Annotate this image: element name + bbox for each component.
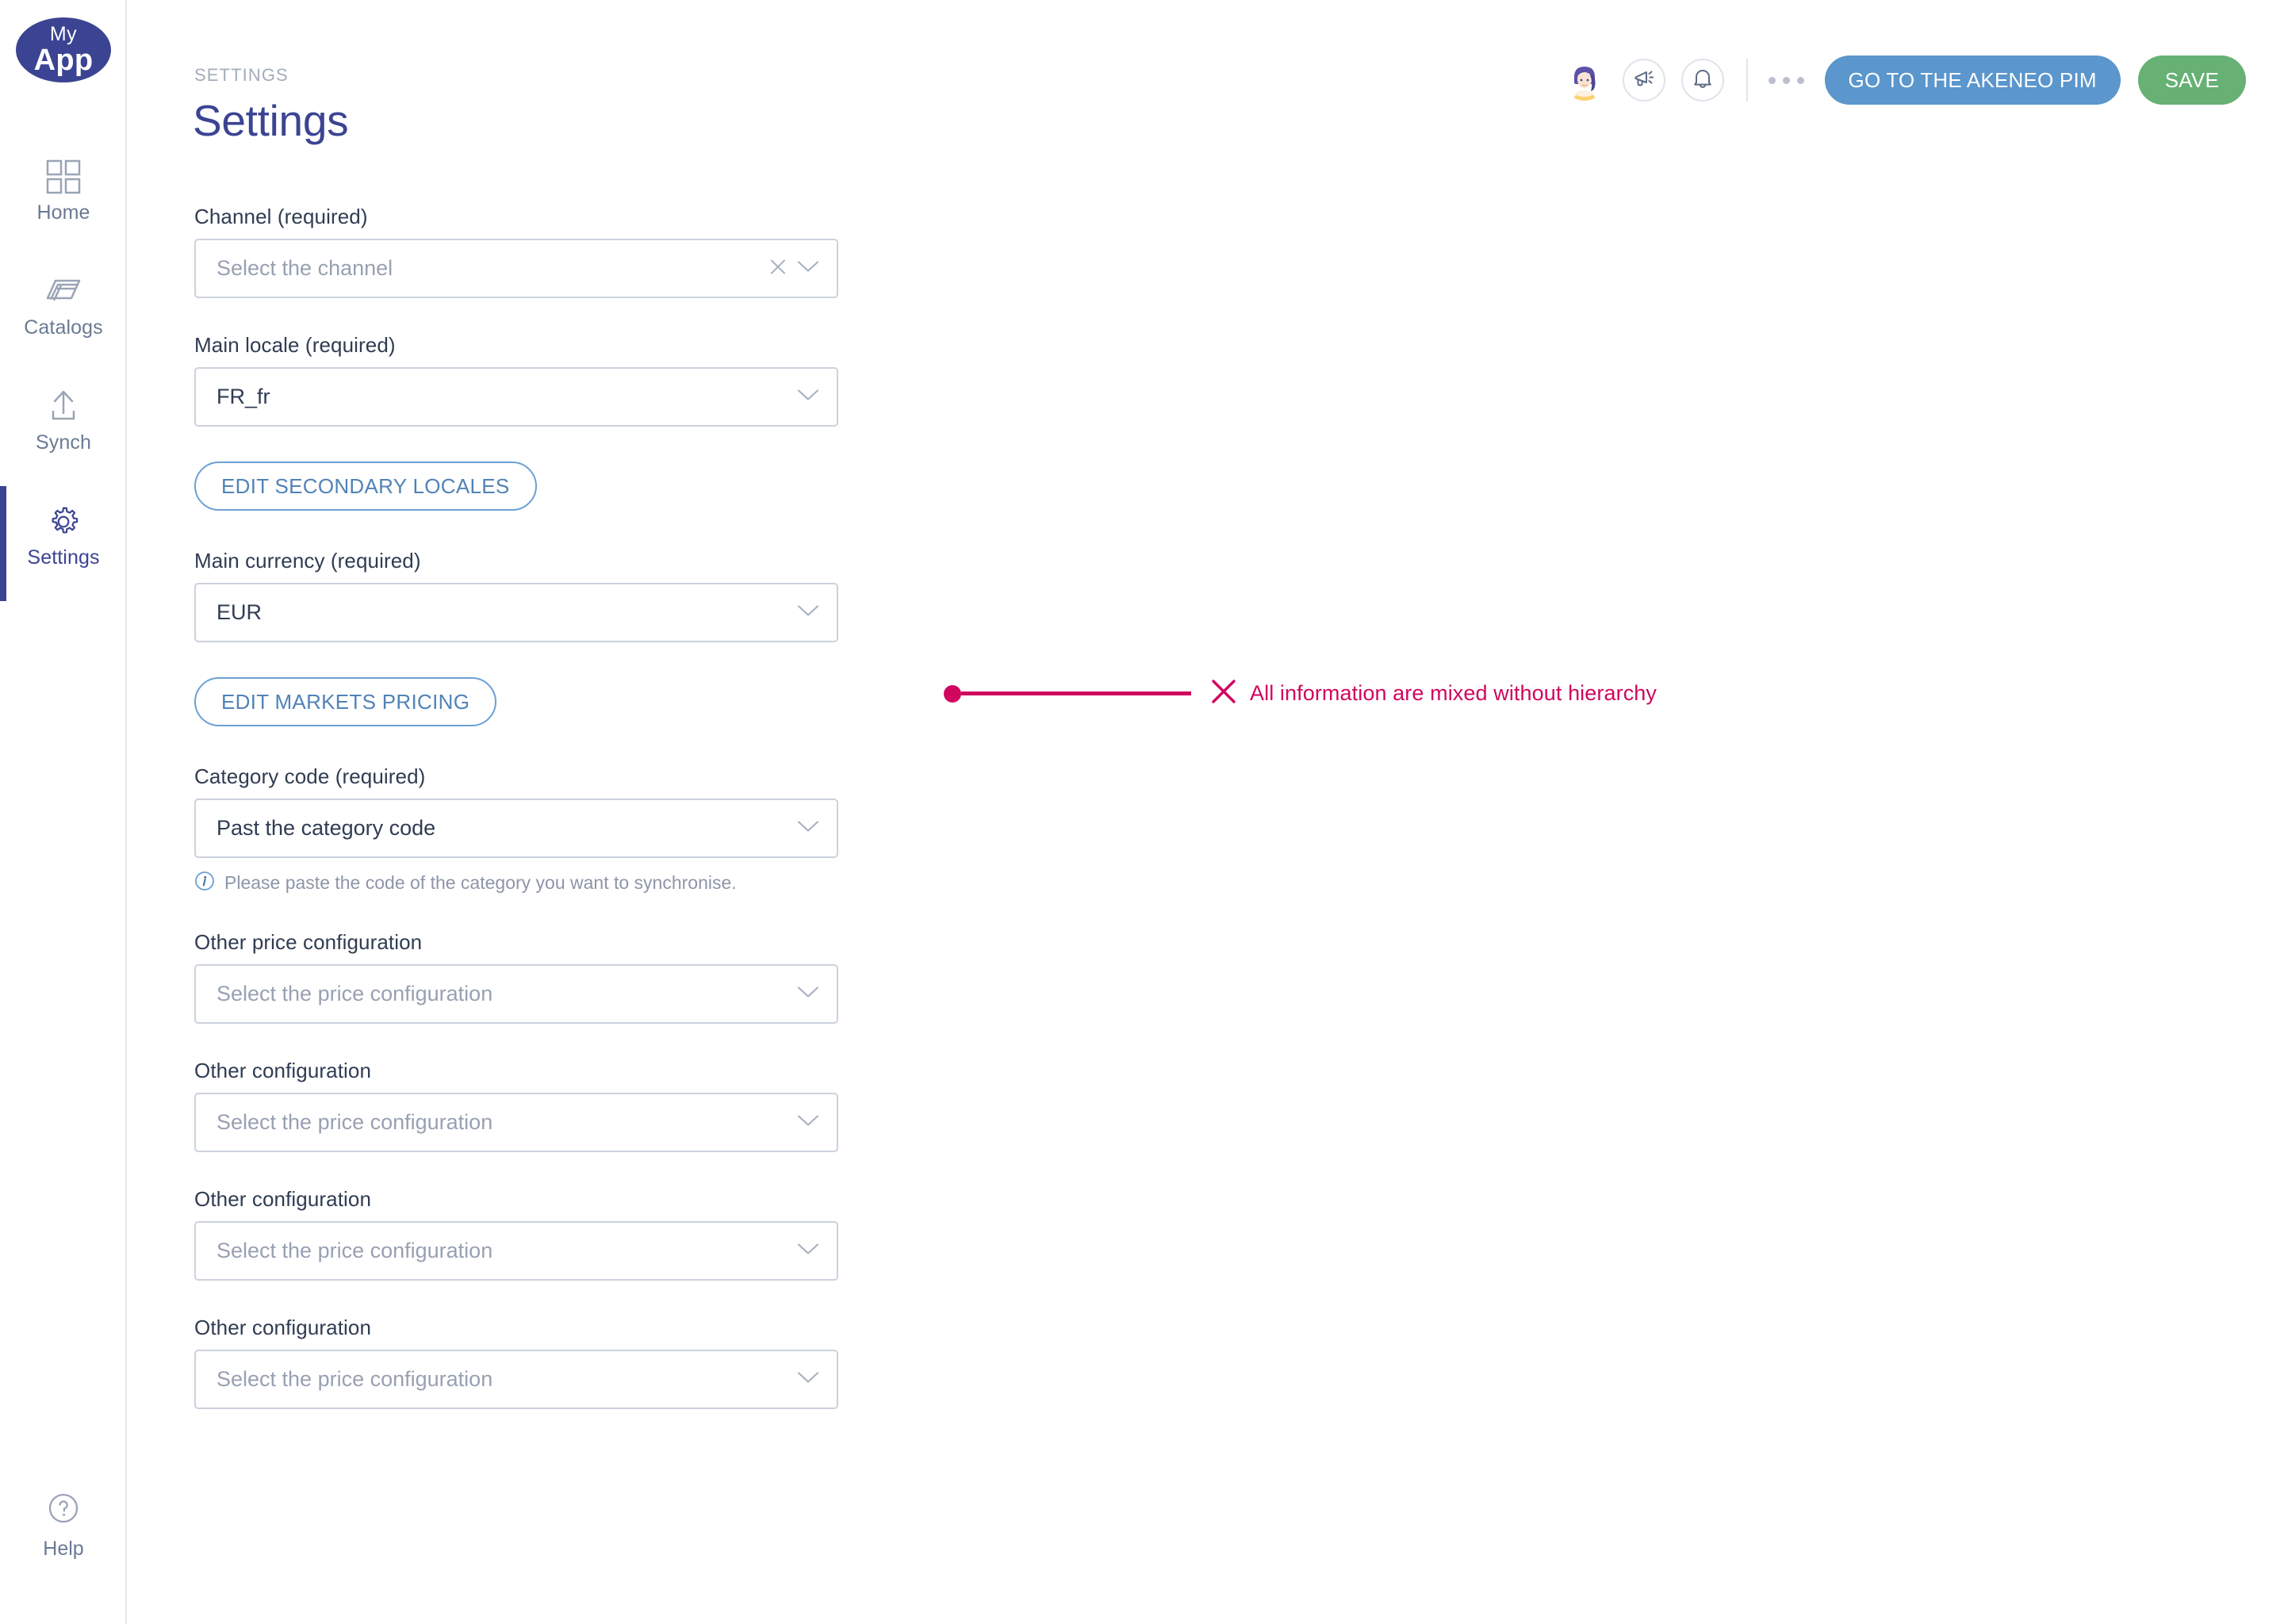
- field-label: Channel (required): [194, 205, 368, 228]
- other-price-configuration-select[interactable]: Select the price configuration: [194, 964, 838, 1024]
- annotation-anchor-dot: [944, 684, 961, 703]
- chevron-down-icon[interactable]: [797, 985, 819, 1003]
- chevron-down-icon[interactable]: [797, 388, 819, 406]
- select-value: Select the price configuration: [217, 1239, 493, 1262]
- books-icon: [44, 267, 82, 316]
- field-label: Other price configuration: [194, 930, 423, 954]
- megaphone-button[interactable]: [1622, 59, 1665, 102]
- field-label: Other configuration: [194, 1059, 372, 1082]
- app-root: My App Home Catalogs Synch Settings Help…: [0, 0, 2284, 1624]
- sidebar-item-synch[interactable]: Synch: [0, 371, 127, 486]
- save-button[interactable]: SAVE: [2137, 56, 2246, 105]
- notifications-button[interactable]: [1680, 59, 1724, 102]
- question-circle-icon: [46, 1491, 81, 1530]
- sidebar: My App Home Catalogs Synch Settings Help: [0, 0, 127, 1624]
- sidebar-item-settings[interactable]: Settings: [0, 486, 127, 601]
- chevron-down-icon[interactable]: [797, 1370, 819, 1388]
- app-logo[interactable]: My App: [16, 17, 111, 82]
- annotation-leader-line: [961, 691, 1191, 695]
- header-divider: [1746, 59, 1748, 102]
- channel-select[interactable]: Select the channel: [194, 239, 838, 298]
- more-dots-icon[interactable]: [1768, 76, 1804, 84]
- main-locale-select[interactable]: FR_fr: [194, 367, 838, 427]
- sidebar-item-label: Help: [43, 1538, 84, 1560]
- sidebar-item-label: Settings: [27, 546, 100, 569]
- dot: [1796, 76, 1804, 84]
- annotation-callout: All information are mixed without hierar…: [944, 678, 1657, 709]
- chevron-down-icon[interactable]: [797, 819, 819, 837]
- go-to-akeneo-pim-button[interactable]: GO TO THE AKENEO PIM: [1824, 56, 2121, 105]
- field-category-code: Category code (required) Past the catego…: [194, 764, 838, 895]
- sidebar-item-label: Home: [36, 201, 90, 224]
- megaphone-icon: [1632, 67, 1656, 94]
- field-other-price-configuration: Other price configuration Select the pri…: [194, 930, 838, 1024]
- select-value: FR_fr: [217, 385, 270, 408]
- sidebar-item-home[interactable]: Home: [0, 141, 127, 256]
- chevron-down-icon[interactable]: [797, 603, 819, 622]
- field-main-locale: Main locale (required) FR_fr: [194, 333, 838, 427]
- field-channel: Channel (required) Select the channel: [194, 205, 838, 298]
- logo-line-1: My: [49, 23, 78, 45]
- header-actions: GO TO THE AKENEO PIM SAVE: [1563, 56, 2246, 105]
- select-value: Select the price configuration: [217, 1367, 493, 1391]
- sidebar-item-catalogs[interactable]: Catalogs: [0, 256, 127, 371]
- select-value: Select the channel: [217, 256, 393, 280]
- info-icon: [194, 871, 215, 895]
- select-value: Select the price configuration: [217, 982, 493, 1005]
- annotation-text: All information are mixed without hierar…: [1250, 681, 1657, 705]
- field-helper: Please paste the code of the category yo…: [194, 871, 838, 895]
- avatar[interactable]: [1563, 59, 1605, 101]
- chevron-down-icon[interactable]: [797, 1113, 819, 1132]
- edit-secondary-locales-button[interactable]: EDIT SECONDARY LOCALES: [194, 462, 537, 511]
- field-label: Other configuration: [194, 1187, 372, 1211]
- dot: [1768, 76, 1776, 84]
- field-main-currency: Main currency (required) EUR: [194, 549, 838, 642]
- edit-markets-pricing-button[interactable]: EDIT MARKETS PRICING: [194, 677, 497, 726]
- sidebar-item-label: Synch: [36, 431, 91, 454]
- gear-icon: [45, 497, 82, 546]
- bell-icon: [1692, 67, 1714, 94]
- dot: [1782, 76, 1790, 84]
- clear-icon[interactable]: [768, 257, 788, 280]
- settings-form: Channel (required) Select the channel Ma…: [194, 205, 838, 1409]
- sidebar-nav: Home Catalogs Synch Settings: [0, 141, 127, 601]
- field-label: Main currency (required): [194, 549, 421, 573]
- other-configuration-1-select[interactable]: Select the price configuration: [194, 1093, 838, 1152]
- chevron-down-icon[interactable]: [797, 259, 819, 278]
- upload-icon: [45, 382, 82, 431]
- chevron-down-icon[interactable]: [797, 1242, 819, 1260]
- field-other-configuration-2: Other configuration Select the price con…: [194, 1187, 838, 1281]
- grid-icon: [46, 152, 81, 201]
- other-configuration-3-select[interactable]: Select the price configuration: [194, 1350, 838, 1409]
- field-label: Category code (required): [194, 764, 426, 788]
- select-value: Past the category code: [217, 816, 436, 840]
- field-other-configuration-3: Other configuration Select the price con…: [194, 1316, 838, 1409]
- sidebar-item-help[interactable]: Help: [0, 1491, 127, 1561]
- helper-text: Please paste the code of the category yo…: [224, 872, 737, 893]
- logo-line-2: App: [33, 44, 94, 77]
- other-configuration-2-select[interactable]: Select the price configuration: [194, 1221, 838, 1281]
- field-label: Other configuration: [194, 1316, 372, 1339]
- select-value: Select the price configuration: [217, 1110, 493, 1134]
- page-title: Settings: [193, 96, 349, 145]
- active-indicator: [0, 486, 6, 601]
- breadcrumb: SETTINGS: [194, 65, 289, 85]
- category-code-select[interactable]: Past the category code: [194, 799, 838, 858]
- main-currency-select[interactable]: EUR: [194, 583, 838, 642]
- field-other-configuration-1: Other configuration Select the price con…: [194, 1059, 838, 1152]
- cross-icon: [1210, 678, 1237, 709]
- sidebar-item-label: Catalogs: [24, 316, 103, 339]
- field-label: Main locale (required): [194, 333, 396, 357]
- select-value: EUR: [217, 600, 263, 624]
